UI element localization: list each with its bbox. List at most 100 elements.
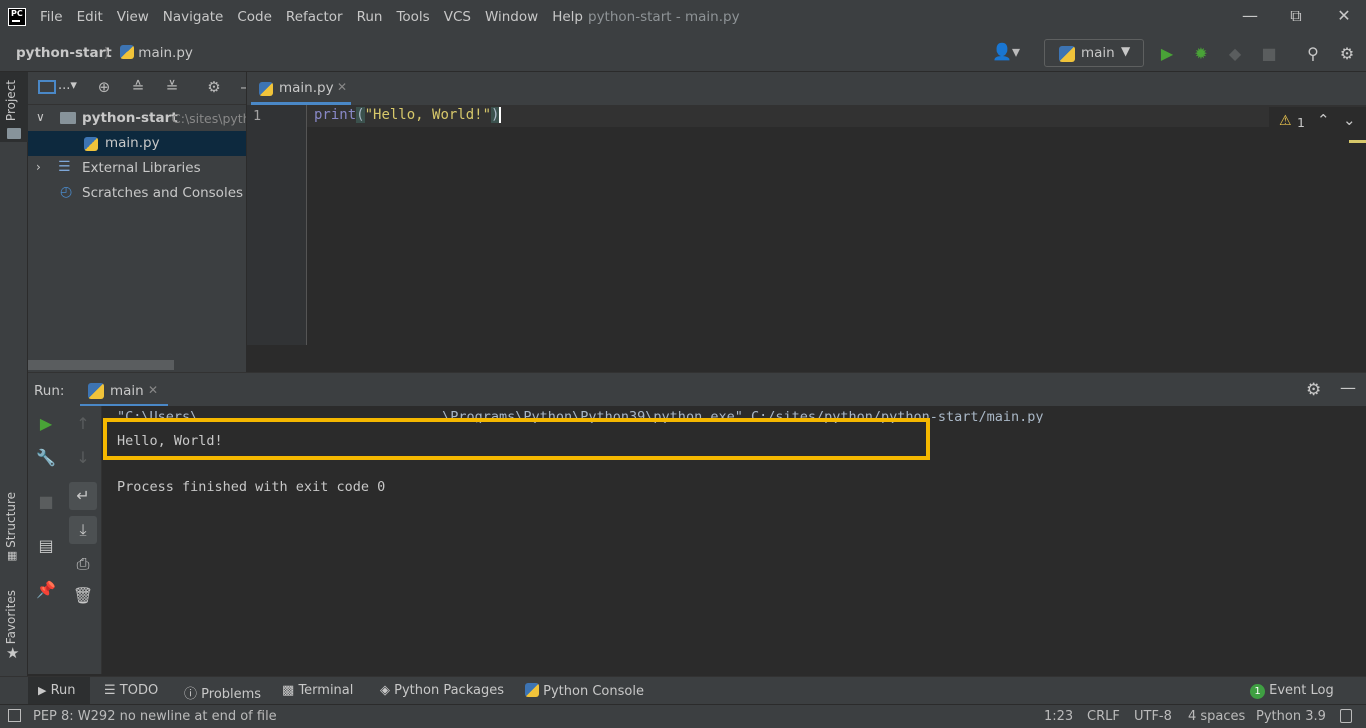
breadcrumb-project[interactable]: python-start xyxy=(16,45,112,61)
options-gear-icon[interactable]: ⚙ xyxy=(204,78,224,98)
debug-icon[interactable]: ✹ xyxy=(1191,44,1211,64)
bottom-tab-todo[interactable]: ☰ TODO xyxy=(104,683,158,698)
star-icon: ★ xyxy=(6,644,20,662)
tab-structure[interactable]: Structure xyxy=(4,492,18,548)
breadcrumb-separator-icon: ⟩ xyxy=(104,45,110,61)
run-icon: ▶ xyxy=(38,684,47,697)
scratches-icon: ◴ xyxy=(60,184,73,200)
left-tool-stripe: Project Structure ▦ Favorites ★ xyxy=(0,72,28,676)
horizontal-scrollbar[interactable] xyxy=(28,360,174,370)
bottom-tab-python-packages[interactable]: ◈ Python Packages xyxy=(380,683,504,698)
stop-icon[interactable]: ■ xyxy=(34,492,58,516)
tree-item-external-libraries[interactable]: › ☰ External Libraries xyxy=(28,156,246,181)
menu-navigate[interactable]: Navigate xyxy=(163,9,224,25)
soft-wrap-icon[interactable]: ↵ xyxy=(69,482,97,510)
down-arrow-icon[interactable]: ↓ xyxy=(71,448,95,472)
breadcrumb-file[interactable]: main.py xyxy=(120,45,193,61)
settings-gear-icon[interactable]: ⚙ xyxy=(1337,44,1357,64)
tree-item-main-py[interactable]: main.py xyxy=(28,131,246,156)
up-arrow-icon[interactable]: ↑ xyxy=(71,414,95,438)
tree-item-scratches[interactable]: ◴ Scratches and Consoles xyxy=(28,181,246,206)
scroll-to-end-icon[interactable]: ⤓ xyxy=(69,516,97,544)
problems-icon: ⓘ xyxy=(184,687,198,702)
search-icon[interactable]: ⚲ xyxy=(1303,44,1323,64)
python-icon xyxy=(1059,46,1075,62)
bottom-tab-python-console[interactable]: Python Console xyxy=(525,683,644,699)
chevron-right-icon: › xyxy=(36,160,41,174)
tree-item-label: External Libraries xyxy=(82,160,201,176)
menu-code[interactable]: Code xyxy=(237,9,272,25)
status-encoding[interactable]: UTF-8 xyxy=(1134,709,1172,724)
tree-item-root[interactable]: ∨ python-start C:\sites\pyth xyxy=(28,106,246,131)
menu-edit[interactable]: Edit xyxy=(77,9,103,25)
inspection-widget: ⚠ 1 ⌃ ⌄ xyxy=(1269,107,1366,135)
bottom-tab-terminal[interactable]: ▩ Terminal xyxy=(282,683,353,698)
menu-file[interactable]: File xyxy=(40,9,63,25)
run-settings-gear-icon[interactable]: ⚙ xyxy=(1306,380,1321,400)
run-configuration-select[interactable]: main ▼ xyxy=(1044,39,1144,67)
trash-icon[interactable]: 🗑 xyxy=(71,586,95,610)
tree-item-label: main.py xyxy=(105,135,160,151)
menu-window[interactable]: Window xyxy=(485,9,538,25)
navigation-bar: python-start ⟩ main.py 👤▾ main ▼ ▶ ✹ ◆ ■… xyxy=(0,36,1366,72)
hide-panel-icon[interactable]: – xyxy=(234,78,246,98)
python-console-icon xyxy=(525,683,539,697)
menu-run[interactable]: Run xyxy=(357,9,383,25)
close-window-button[interactable]: ✕ xyxy=(1332,6,1356,26)
code-editor[interactable]: 1 print("Hello, World!") ⚠ 1 ⌃ ⌄ xyxy=(247,105,1366,345)
close-tab-icon[interactable]: ✕ xyxy=(337,80,347,94)
bottom-tab-problems[interactable]: ⓘ Problems xyxy=(184,683,261,702)
expand-all-icon[interactable]: ≙ xyxy=(128,78,148,98)
status-line-separator[interactable]: CRLF xyxy=(1087,709,1120,724)
menu-tools[interactable]: Tools xyxy=(396,9,429,25)
previous-highlight-icon[interactable]: ⌃ xyxy=(1317,111,1330,129)
status-message[interactable]: PEP 8: W292 no newline at end of file xyxy=(33,709,277,724)
hide-panel-icon[interactable]: — xyxy=(1340,378,1356,397)
event-log-count-badge: 1 xyxy=(1250,684,1265,699)
stop-icon[interactable]: ■ xyxy=(1259,44,1279,64)
python-file-icon xyxy=(259,82,273,96)
python-file-icon xyxy=(120,45,134,59)
status-indent[interactable]: 4 spaces xyxy=(1188,709,1245,724)
menu-view[interactable]: View xyxy=(117,9,149,25)
run-toolbar-primary: ▶ 🔧 ■ ▤ 📌 xyxy=(28,406,64,674)
menu-help[interactable]: Help xyxy=(552,9,583,25)
print-icon[interactable]: ⎙ xyxy=(71,554,95,578)
view-selector-dropdown[interactable]: ...▾ xyxy=(58,78,77,93)
tab-favorites[interactable]: Favorites xyxy=(4,590,18,644)
close-tab-icon[interactable]: ✕ xyxy=(148,383,158,397)
window-title: python-start - main.py xyxy=(588,9,740,25)
status-interpreter[interactable]: Python 3.9 xyxy=(1256,709,1326,724)
editor-footer xyxy=(247,345,1366,372)
tab-project[interactable]: Project xyxy=(4,80,18,121)
collapse-all-icon[interactable]: ≚ xyxy=(162,78,182,98)
restore-button[interactable]: ⧉ xyxy=(1284,6,1308,26)
menu-refactor[interactable]: Refactor xyxy=(286,9,343,25)
user-account-icon[interactable]: 👤▾ xyxy=(988,42,1024,62)
pycharm-logo: PC xyxy=(8,8,26,26)
edit-configuration-wrench-icon[interactable]: 🔧 xyxy=(34,448,58,472)
run-tab-main[interactable]: main ✕ xyxy=(80,373,168,407)
warning-icon[interactable]: ⚠ xyxy=(1279,113,1292,129)
project-view-icon[interactable] xyxy=(38,80,56,94)
pin-tab-icon[interactable]: 📌 xyxy=(34,580,58,604)
rerun-icon[interactable]: ▶ xyxy=(34,414,58,438)
bottom-tab-run[interactable]: ▶ Run xyxy=(38,683,76,698)
next-highlight-icon[interactable]: ⌄ xyxy=(1343,111,1356,129)
lock-icon[interactable] xyxy=(1340,709,1352,723)
editor-tab-bar: main.py ✕ xyxy=(247,72,1366,105)
coverage-icon[interactable]: ◆ xyxy=(1225,44,1245,64)
run-console-output[interactable]: "C:\Users\ \Programs\Python\Python39\pyt… xyxy=(102,406,1366,674)
bottom-tool-bar: ▶ Run ☰ TODO ⓘ Problems ▩ Terminal ◈ Pyt… xyxy=(0,676,1366,705)
minimize-button[interactable]: — xyxy=(1238,6,1262,26)
menu-vcs[interactable]: VCS xyxy=(444,9,471,25)
locate-file-icon[interactable]: ⊕ xyxy=(94,78,114,98)
layout-icon[interactable]: ▤ xyxy=(34,536,58,560)
project-panel: ...▾ ⊕ ≙ ≚ ⚙ – ∨ python-start C:\sites\p… xyxy=(28,72,246,372)
toggle-tool-windows-icon[interactable] xyxy=(8,709,21,722)
event-log-button[interactable]: 1 Event Log xyxy=(1250,683,1334,699)
editor-tab-main-py[interactable]: main.py ✕ xyxy=(251,72,351,105)
warning-marker[interactable] xyxy=(1349,140,1366,143)
status-caret-position[interactable]: 1:23 xyxy=(1044,709,1073,724)
run-icon[interactable]: ▶ xyxy=(1157,44,1177,64)
